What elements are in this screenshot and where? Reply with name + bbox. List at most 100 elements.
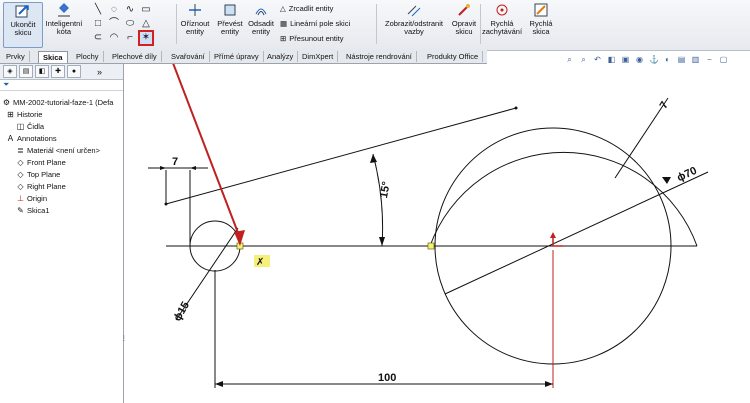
repair-label: Opravit skicu <box>451 19 477 36</box>
rapid-snaps-label: Rychlá zachytávání <box>482 19 523 36</box>
offset-entities-button[interactable]: Odsadit entity <box>246 2 276 36</box>
display-manager-tab-icon[interactable]: ● <box>67 65 81 78</box>
feature-manager-panel: ◈ ▤ ◧ ✚ ● » ⏷ ⚙ MM-2002-tutorial-faze-1 (… <box>0 64 124 403</box>
origin-arrow <box>550 232 556 238</box>
dim-diam-15-text[interactable]: ϕ15 <box>171 300 192 324</box>
zoom-to-fit-icon[interactable]: ⌕ <box>565 55 574 64</box>
tree-item-origin[interactable]: ⊥ Origin <box>16 194 47 203</box>
exit-sketch-button[interactable]: Ukončit skicu <box>3 2 43 48</box>
sketch-tools-row-3: ⊂ ◠ ⌐ ✶ <box>92 30 154 46</box>
section-view-icon[interactable]: ◧ <box>607 55 616 64</box>
tree-item-sensors[interactable]: ◫ Čidla <box>16 122 44 131</box>
plane-icon: ◇ <box>17 170 24 179</box>
snap-icon <box>496 4 508 16</box>
tangent-line[interactable] <box>165 107 517 205</box>
trim-entities-button[interactable]: Oříznout entity <box>178 2 212 36</box>
hide-show-icon[interactable]: ⚓ <box>649 55 659 64</box>
view-orientation-icon[interactable]: ▣ <box>621 55 630 64</box>
rapid-snaps-button[interactable]: Rychlá zachytávání <box>482 2 522 36</box>
offset-label: Odsadit entity <box>248 19 274 36</box>
tab-direct-editing[interactable]: Přímé úpravy <box>210 51 264 62</box>
sketch-fillet-icon[interactable]: ⌐ <box>124 32 136 44</box>
dim-7-right-text[interactable]: 7 <box>658 100 671 112</box>
rectangle-icon[interactable]: □ <box>92 18 104 30</box>
tree-item-history[interactable]: ⊞ Historie <box>6 110 42 119</box>
expand-chevron-icon[interactable]: » <box>97 67 102 77</box>
dim-angle-text[interactable]: 15° <box>378 181 393 199</box>
filter-icon[interactable]: ⏷ <box>0 80 123 91</box>
tab-features[interactable]: Prvky <box>2 51 30 62</box>
tree-item-label: Origin <box>27 194 48 203</box>
tree-item-right-plane[interactable]: ◇ Right Plane <box>16 182 65 191</box>
repair-icon <box>458 4 470 16</box>
construction-arc[interactable] <box>429 151 698 247</box>
linear-pattern-button[interactable]: ▦ Lineární pole skici <box>280 19 350 28</box>
tree-item-material[interactable]: ≣ Materiál <není určen> <box>16 146 100 155</box>
mirror-label: Zrcadlit entity <box>288 4 334 13</box>
rapid-sketch-icon <box>534 3 548 17</box>
dim-100-text[interactable]: 100 <box>378 372 396 384</box>
configuration-manager-tab-icon[interactable]: ◧ <box>35 65 49 78</box>
line-icon[interactable]: ╲ <box>92 4 104 16</box>
display-style-icon[interactable]: ◉ <box>635 55 644 64</box>
slot-icon[interactable]: ⊂ <box>92 32 104 44</box>
arc-icon[interactable]: ⌒ <box>108 18 120 30</box>
tab-sheet-metal[interactable]: Plechové díly <box>108 51 162 62</box>
close-icon[interactable]: ▢ <box>719 55 728 64</box>
view-settings-icon[interactable]: ▥ <box>691 55 700 64</box>
tree-item-top-plane[interactable]: ◇ Top Plane <box>16 170 60 179</box>
repair-sketch-button[interactable]: Opravit skicu <box>450 2 478 36</box>
trim-icon <box>189 4 201 16</box>
scene-icon[interactable]: ▤ <box>677 55 686 64</box>
move-entities-button[interactable]: ⊞ Přesunout entity <box>280 34 344 43</box>
smart-dimension-label: Inteligentní kóta <box>45 19 83 36</box>
tab-office-products[interactable]: Produkty Office <box>423 51 484 62</box>
tree-root-label: MM-2002-tutorial-faze-1 (Defa <box>13 98 114 107</box>
part-icon: ⚙ <box>2 98 11 107</box>
plane-icon: ◇ <box>17 182 24 191</box>
property-manager-tab-icon[interactable]: ▤ <box>19 65 33 78</box>
minimize-icon[interactable]: − <box>705 55 714 64</box>
spline-icon[interactable]: ∿ <box>124 4 136 16</box>
history-icon: ⊞ <box>7 110 14 119</box>
tab-weldments[interactable]: Svařování <box>167 51 210 62</box>
edit-appearance-icon[interactable]: ◐ <box>663 55 672 64</box>
origin-icon: ⊥ <box>17 194 24 203</box>
dimxpert-manager-tab-icon[interactable]: ✚ <box>51 65 65 78</box>
ellipse-icon[interactable]: ⬭ <box>124 18 136 30</box>
endpoint[interactable] <box>164 202 168 206</box>
tree-item-annotations[interactable]: Ａ Annotations <box>6 134 57 143</box>
dim-diam-70-line <box>444 171 709 295</box>
convert-entities-button[interactable]: Převést entity <box>214 2 246 36</box>
trim-label: Oříznout entity <box>180 19 210 36</box>
previous-view-icon[interactable]: ↶ <box>593 55 602 64</box>
feature-manager-tab-icon[interactable]: ◈ <box>3 65 17 78</box>
text-icon[interactable]: ▭ <box>140 4 152 16</box>
tab-evaluate[interactable]: Analýzy <box>263 51 299 62</box>
tab-surfaces[interactable]: Plochy <box>72 51 104 62</box>
tab-dimxpert[interactable]: DimXpert <box>298 51 339 62</box>
endpoint[interactable] <box>514 106 518 110</box>
display-relations-button[interactable]: Zobrazit/odstranit vazby <box>380 2 448 36</box>
dim-7-left-text[interactable]: 7 <box>172 156 178 168</box>
point-icon[interactable]: ✶ <box>138 30 154 46</box>
tree-item-label: Čidla <box>27 122 45 131</box>
smart-dimension-button[interactable]: Inteligentní kóta <box>44 2 84 36</box>
rapid-sketch-button[interactable]: Rychlá skica <box>526 2 556 36</box>
convert-icon <box>224 4 236 16</box>
tree-item-sketch1[interactable]: ✎ Skica1 <box>16 206 49 215</box>
material-icon: ≣ <box>17 146 24 155</box>
angle-dim-arc <box>372 153 384 247</box>
circle-icon[interactable]: ◌ <box>108 4 120 16</box>
point-snap-marker[interactable] <box>427 242 435 250</box>
zoom-area-icon[interactable]: ⌕ <box>579 55 588 64</box>
fillet-icon[interactable]: ◠ <box>108 32 120 44</box>
mirror-entities-button[interactable]: △ Zrcadlit entity <box>280 4 333 13</box>
tab-render-tools[interactable]: Nástroje rendrování <box>342 51 417 62</box>
tree-item-front-plane[interactable]: ◇ Front Plane <box>16 158 65 167</box>
sketch-canvas[interactable]: ✗ 7 15° 7 ϕ70 ϕ15 100 <box>124 64 750 403</box>
sensor-icon: ◫ <box>16 122 25 131</box>
tab-sketch[interactable]: Skica <box>38 51 68 63</box>
tree-root[interactable]: ⚙ MM-2002-tutorial-faze-1 (Defa <box>2 98 114 107</box>
polygon-icon[interactable]: △ <box>140 18 152 30</box>
